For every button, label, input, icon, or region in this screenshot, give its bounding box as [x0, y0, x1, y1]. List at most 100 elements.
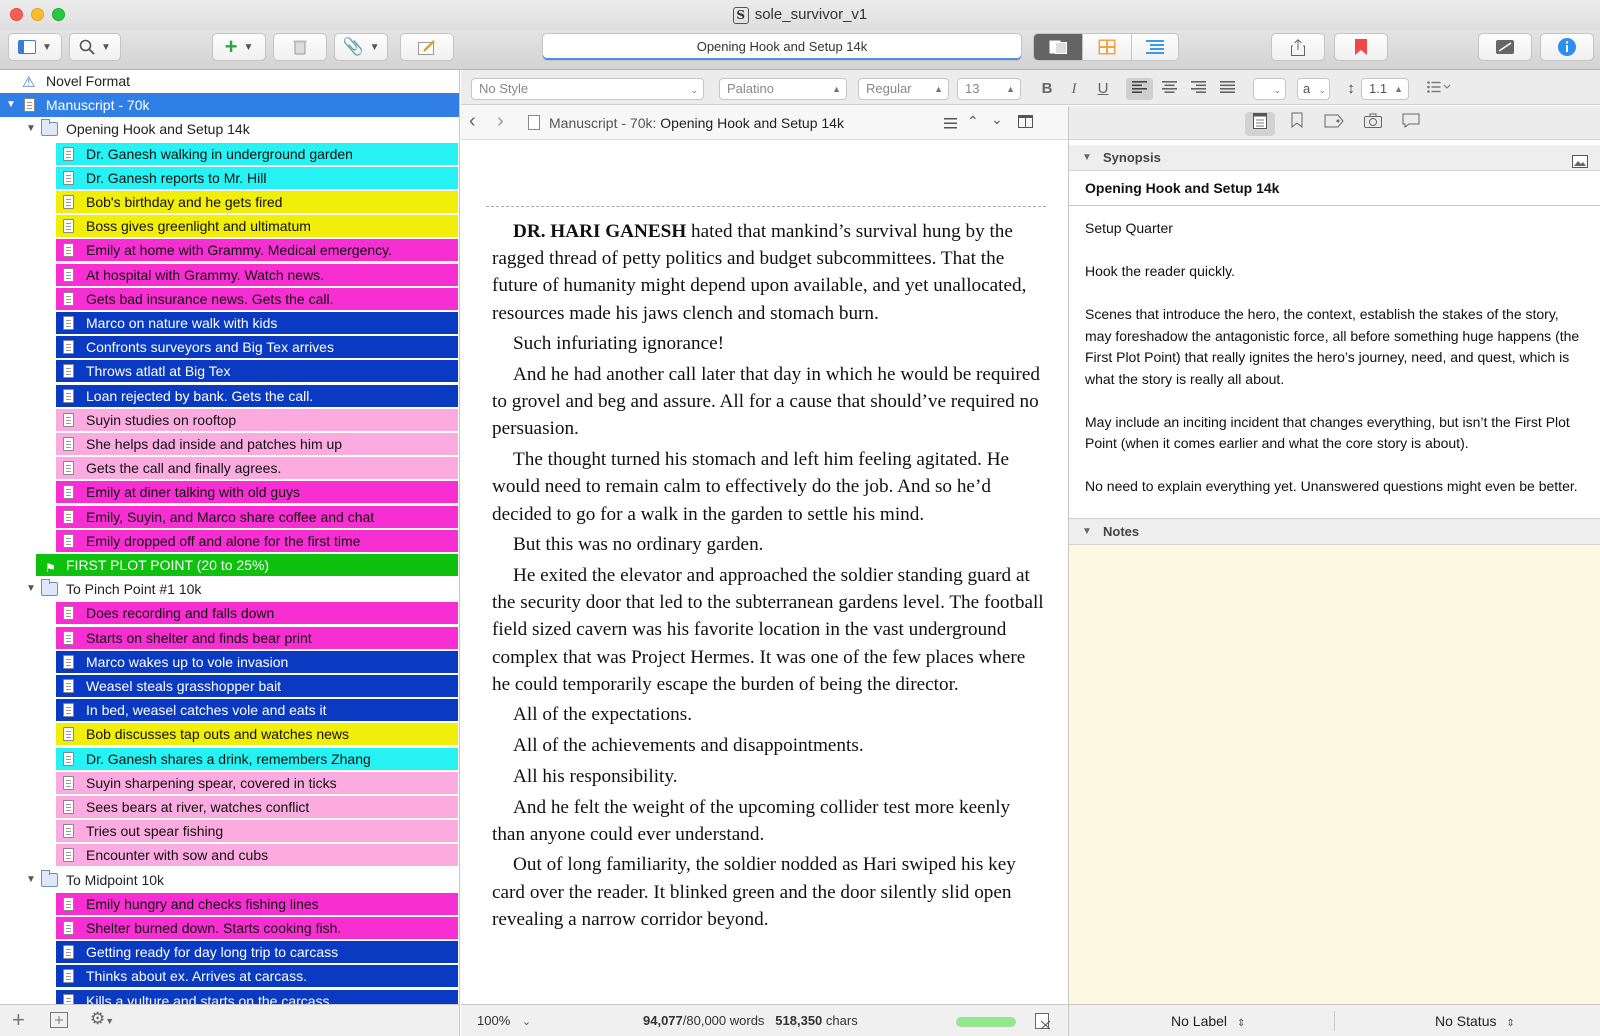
- binder-item[interactable]: Dr. Ganesh reports to Mr. Hill: [0, 166, 459, 190]
- font-family-select[interactable]: Palatino ▲: [719, 78, 847, 100]
- binder-item[interactable]: Suyin sharpening spear, covered in ticks: [0, 771, 459, 795]
- binder-item[interactable]: Suyin studies on rooftop: [0, 408, 459, 432]
- binder-item-label: Emily, Suyin, and Marco share coffee and…: [56, 505, 458, 528]
- align-right-button[interactable]: [1185, 78, 1212, 100]
- binder-item[interactable]: Emily dropped off and alone for the firs…: [0, 529, 459, 553]
- binder-item[interactable]: Getting ready for day long trip to carca…: [0, 940, 459, 964]
- target-progress-bar[interactable]: [956, 1017, 1016, 1027]
- binder-item[interactable]: Gets bad insurance news. Gets the call.: [0, 287, 459, 311]
- binder-item[interactable]: At hospital with Grammy. Watch news.: [0, 263, 459, 287]
- binder-item[interactable]: Emily at diner talking with old guys: [0, 480, 459, 504]
- bold-button[interactable]: B: [1035, 78, 1059, 100]
- previous-document-button[interactable]: ⌃: [967, 113, 979, 130]
- bullet-list-icon: [1427, 81, 1451, 93]
- composition-mode-button[interactable]: [1478, 33, 1532, 61]
- binder-item[interactable]: FIRST PLOT POINT (20 to 25%) ⚑: [0, 553, 459, 577]
- paragraph-style-select[interactable]: No Style ⌄: [471, 78, 704, 100]
- metadata-tab[interactable]: [1319, 112, 1349, 136]
- binder-item[interactable]: Dr. Ganesh walking in underground garden: [0, 142, 459, 166]
- inspector-toggle-button[interactable]: [1540, 33, 1594, 61]
- binder-item[interactable]: Does recording and falls down: [0, 601, 459, 625]
- synopsis-text-area[interactable]: Setup Quarter Hook the reader quickly. S…: [1069, 206, 1600, 518]
- synopsis-title-field[interactable]: Opening Hook and Setup 14k: [1069, 171, 1600, 206]
- binder-item[interactable]: In bed, weasel catches vole and eats it: [0, 698, 459, 722]
- binder-item[interactable]: Gets the call and finally agrees.: [0, 456, 459, 480]
- binder-item[interactable]: Bob's birthday and he gets fired: [0, 190, 459, 214]
- binder-item[interactable]: Manuscript - 70k ▼: [0, 93, 459, 118]
- align-center-button[interactable]: [1156, 78, 1183, 100]
- justify-button[interactable]: [1214, 78, 1241, 100]
- binder-item-label: Marco wakes up to vole invasion: [56, 650, 458, 673]
- disclosure-triangle-icon[interactable]: ▼: [26, 868, 36, 892]
- binder-item[interactable]: Opening Hook and Setup 14k ▼: [0, 117, 459, 141]
- bookmark-button[interactable]: [1334, 33, 1388, 61]
- binder-item[interactable]: Confronts surveyors and Big Tex arrives: [0, 335, 459, 359]
- binder-settings-button[interactable]: ⚙▼: [90, 1009, 114, 1029]
- binder-item[interactable]: Weasel steals grasshopper bait: [0, 674, 459, 698]
- binder-item[interactable]: Tries out spear fishing: [0, 819, 459, 843]
- view-layout-button[interactable]: ▼: [8, 33, 62, 61]
- document-title-field[interactable]: Opening Hook and Setup 14k: [542, 33, 1022, 61]
- quick-edit-button[interactable]: [400, 33, 454, 61]
- project-targets-button[interactable]: [1035, 1013, 1051, 1032]
- snapshots-tab[interactable]: [1358, 112, 1388, 136]
- disclosure-triangle-icon[interactable]: ▼: [26, 117, 36, 141]
- binder-item[interactable]: Throws atlatl at Big Tex: [0, 359, 459, 383]
- binder-item[interactable]: To Pinch Point #1 10k ▼: [0, 577, 459, 601]
- trash-button[interactable]: [273, 33, 327, 61]
- binder-item[interactable]: Starts on shelter and finds bear print: [0, 626, 459, 650]
- document-list-button[interactable]: [944, 116, 957, 134]
- binder-item[interactable]: Bob discusses tap outs and watches news: [0, 722, 459, 746]
- label-select[interactable]: No Label ⇕: [1171, 1013, 1245, 1029]
- editor-text-body[interactable]: DR. HARI GANESH hated that mankind’s sur…: [492, 218, 1044, 937]
- binder-item[interactable]: Emily at home with Grammy. Medical emerg…: [0, 238, 459, 262]
- binder-item[interactable]: Marco wakes up to vole invasion: [0, 650, 459, 674]
- align-left-button[interactable]: [1126, 78, 1153, 100]
- italic-button[interactable]: I: [1062, 78, 1086, 100]
- corkboard-mode-button[interactable]: [1082, 34, 1130, 60]
- binder-item[interactable]: Dr. Ganesh shares a drink, remembers Zha…: [0, 747, 459, 771]
- next-document-button[interactable]: ⌄: [991, 111, 1003, 128]
- binder-item[interactable]: Loan rejected by bank. Gets the call.: [0, 384, 459, 408]
- binder-item[interactable]: Marco on nature walk with kids: [0, 311, 459, 335]
- highlight-color-select[interactable]: ⌄: [1253, 78, 1286, 100]
- binder-item[interactable]: Emily hungry and checks fishing lines: [0, 892, 459, 916]
- status-select[interactable]: No Status ⇕: [1435, 1013, 1515, 1029]
- font-weight-select[interactable]: Regular ▲: [858, 78, 949, 100]
- font-size-select[interactable]: 13 ▲: [957, 78, 1021, 100]
- text-color-select[interactable]: a ⌄: [1297, 78, 1330, 100]
- synopsis-header[interactable]: ▼ Synopsis: [1069, 145, 1600, 171]
- comments-tab[interactable]: [1396, 112, 1426, 136]
- nav-forward-button[interactable]: ›: [497, 110, 504, 133]
- binder-item[interactable]: To Midpoint 10k ▼: [0, 868, 459, 892]
- attach-button[interactable]: 📎 ▼: [334, 33, 388, 61]
- bookmarks-tab[interactable]: [1282, 112, 1312, 136]
- notes-tab[interactable]: [1245, 112, 1275, 136]
- binder-item[interactable]: Novel Format ⚠: [0, 70, 459, 93]
- nav-back-button[interactable]: ‹: [469, 110, 476, 133]
- disclosure-triangle-icon[interactable]: ▼: [26, 577, 36, 601]
- add-document-button[interactable]: + ▼: [212, 33, 266, 61]
- line-spacing-select[interactable]: 1.1 ▲: [1361, 78, 1409, 100]
- underline-button[interactable]: U: [1091, 78, 1115, 100]
- binder-item[interactable]: Encounter with sow and cubs: [0, 843, 459, 867]
- binder-item[interactable]: Thinks about ex. Arrives at carcass.: [0, 964, 459, 988]
- binder-item[interactable]: Boss gives greenlight and ultimatum: [0, 214, 459, 238]
- disclosure-triangle-icon[interactable]: ▼: [6, 93, 16, 117]
- add-folder-button[interactable]: [50, 1012, 68, 1033]
- scrivenings-mode-button[interactable]: [1034, 34, 1083, 60]
- binder-item[interactable]: She helps dad inside and patches him up: [0, 432, 459, 456]
- binder-item[interactable]: Sees bears at river, watches conflict: [0, 795, 459, 819]
- notes-header[interactable]: ▼ Notes: [1069, 518, 1600, 545]
- binder-item[interactable]: Shelter burned down. Starts cooking fish…: [0, 916, 459, 940]
- binder-item[interactable]: Kills a vulture and starts on the carcas…: [0, 989, 459, 1004]
- split-editor-button[interactable]: [1018, 115, 1033, 133]
- add-item-button[interactable]: +: [12, 1007, 25, 1033]
- list-button[interactable]: [1421, 78, 1457, 100]
- share-button[interactable]: [1271, 33, 1325, 61]
- outliner-mode-button[interactable]: [1130, 34, 1178, 60]
- zoom-select[interactable]: 100% ⌄: [477, 1013, 531, 1028]
- search-button[interactable]: ▼: [69, 33, 121, 61]
- notes-text-area[interactable]: [1069, 545, 1600, 1004]
- binder-item[interactable]: Emily, Suyin, and Marco share coffee and…: [0, 505, 459, 529]
